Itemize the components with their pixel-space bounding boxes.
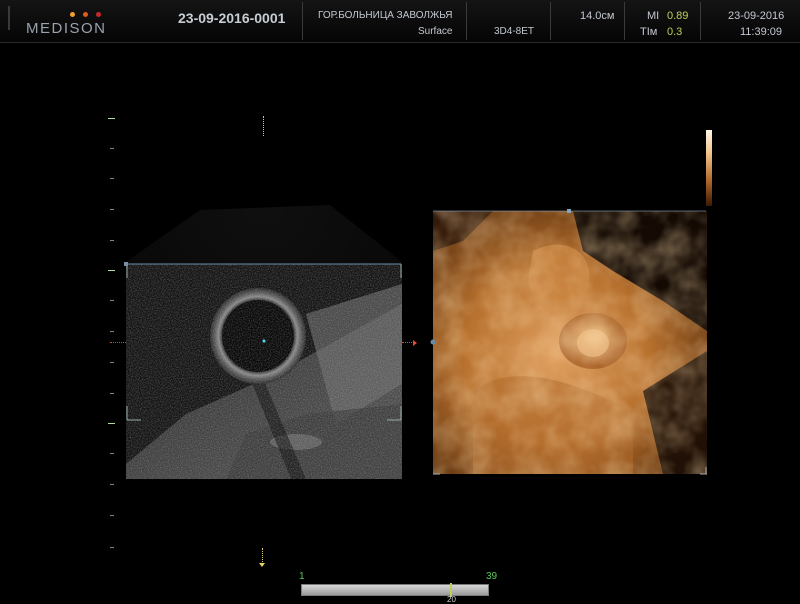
header-bar: MEDISON 23-09-2016-0001 ГОР.БОЛЬНИЦА ЗАВ… [0,0,800,43]
volume-render-image [433,211,707,474]
depth-readout: 14.0см [580,10,615,22]
slice-slider[interactable] [301,583,489,597]
slider-max-label: 39 [486,571,498,582]
bmode-image-roi[interactable] [126,264,402,479]
volume-render-3d[interactable] [433,211,707,474]
render-direction-arrow [413,340,417,346]
header-divider [624,2,625,40]
medison-logo: MEDISON [26,20,107,37]
bottom-focus-marker [262,548,264,564]
header-edge-mark [8,6,10,30]
mi-value: 0.89 [667,10,689,22]
header-divider [550,2,551,40]
header-divider [302,2,303,40]
header-divider [700,2,701,40]
exam-time: 11:39:09 [740,26,783,38]
depth-scale [108,110,120,560]
slider-min-label: 1 [299,571,305,582]
exam-date: 23-09-2016 [728,10,785,22]
mi-label: MI [647,10,660,22]
bmode-image [126,264,402,479]
preset-name: Surface [418,26,453,37]
probe-name: 3D4-8ET [494,26,535,37]
ti-value: 0.3 [667,26,683,38]
hospital-name: ГОР.БОЛЬНИЦА ЗАВОЛЖЬЯ [318,10,453,21]
ti-label: TIм [640,26,658,38]
patient-id: 23-09-2016-0001 [178,10,286,26]
render-colorbar [706,130,712,206]
logo-dots [70,12,110,18]
bottom-focus-arrow [259,563,265,567]
top-focus-marker [263,116,265,136]
header-divider [466,2,467,40]
